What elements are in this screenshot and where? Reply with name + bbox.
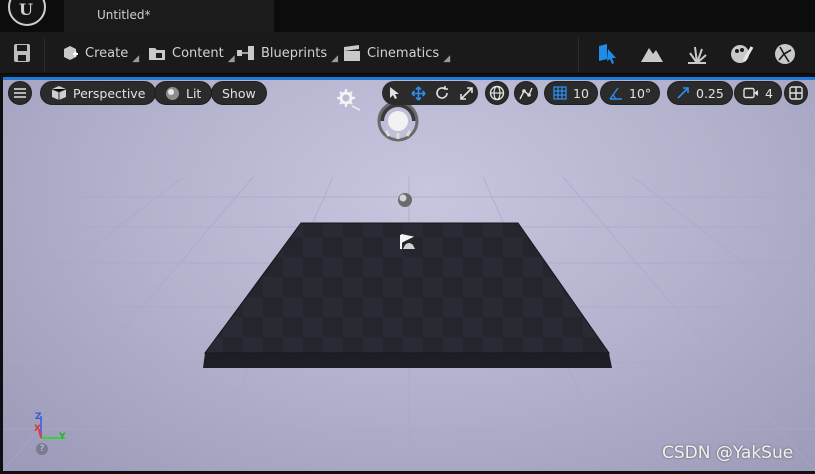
layout-icon (789, 86, 803, 100)
document-tab-label: Untitled* (97, 8, 151, 22)
transform-tools-group (382, 81, 478, 105)
camera-speed-value: 4 (765, 85, 773, 101)
show-label: Show (222, 85, 256, 101)
scale-snap-button[interactable]: 0.25 (667, 81, 733, 105)
translate-tool-icon[interactable] (406, 81, 430, 105)
toolbar-separator (578, 38, 579, 72)
level-viewport[interactable]: Z X Y ? Perspective Lit Show 10 10° 0.25 (3, 77, 815, 471)
hamburger-menu-icon (14, 88, 26, 98)
axis-label-z: Z (35, 412, 42, 422)
scale-snap-value: 0.25 (696, 85, 724, 101)
sky-sphere-icon[interactable] (398, 193, 412, 207)
mesh-paint-mode-icon[interactable] (728, 41, 754, 67)
lit-button[interactable]: Lit (154, 81, 213, 105)
document-tab[interactable]: Untitled* (64, 0, 274, 32)
save-icon[interactable] (8, 41, 36, 65)
chevron-down-icon: ◢ (443, 54, 451, 64)
create-button[interactable]: Create ◢ (61, 42, 139, 64)
cinematics-label: Cinematics (367, 45, 440, 61)
content-button[interactable]: Content ◢ (148, 42, 235, 64)
main-toolbar: Create ◢ Content ◢ Blueprints ◢ Cinemati… (0, 32, 815, 74)
cube-icon (51, 86, 67, 100)
rotation-snap-button[interactable]: 10° (600, 81, 661, 105)
perspective-label: Perspective (73, 85, 146, 101)
axis-label-x: X (34, 424, 41, 434)
chevron-down-icon: ◢ (331, 54, 339, 64)
select-mode-icon[interactable] (594, 41, 620, 67)
lit-label: Lit (186, 85, 202, 101)
grid-snap-icon (553, 86, 567, 100)
unreal-logo-icon[interactable]: U (8, 0, 46, 26)
folder-icon (149, 48, 165, 60)
globe-icon (489, 85, 505, 101)
surface-snap-toggle[interactable] (514, 81, 538, 105)
lit-sphere-icon (166, 86, 179, 100)
world-local-toggle[interactable] (485, 81, 509, 105)
chevron-down-icon: ◢ (132, 54, 140, 64)
scale-tool-icon[interactable] (454, 81, 478, 105)
scene (3, 89, 815, 471)
camera-speed-button[interactable]: 4 (734, 81, 782, 105)
directional-light-icon[interactable] (377, 100, 419, 142)
watermark: CSDN @YakSue (662, 443, 794, 463)
rotation-snap-value: 10° (629, 85, 652, 101)
blueprint-icon (237, 46, 254, 60)
fracture-mode-icon[interactable] (772, 41, 798, 67)
foliage-mode-icon[interactable] (684, 41, 710, 67)
camera-icon (743, 87, 758, 99)
viewport-active-outline (3, 77, 815, 80)
grid-snap-button[interactable]: 10 (544, 81, 598, 105)
rotate-tool-icon[interactable] (430, 81, 454, 105)
angle-snap-icon (609, 87, 622, 100)
help-icon[interactable]: ? (36, 443, 48, 455)
select-tool-icon[interactable] (382, 81, 406, 105)
scale-snap-icon (677, 87, 689, 99)
surface-snap-icon (519, 87, 533, 100)
create-icon (64, 46, 78, 60)
sky-atmosphere-icon[interactable] (337, 89, 361, 111)
perspective-button[interactable]: Perspective (40, 81, 157, 105)
clapperboard-icon (344, 45, 360, 61)
content-label: Content (172, 45, 224, 61)
axis-label-y: Y (59, 432, 66, 442)
cinematics-button[interactable]: Cinematics ◢ (343, 42, 450, 64)
viewport-options-button[interactable] (8, 81, 32, 105)
create-label: Create (85, 45, 129, 61)
chevron-down-icon: ◢ (227, 54, 235, 64)
landscape-mode-icon[interactable] (639, 41, 665, 67)
toolbar-separator (44, 38, 45, 72)
blueprints-label: Blueprints (261, 45, 328, 61)
title-bar: U Untitled* (0, 0, 815, 32)
blueprints-button[interactable]: Blueprints ◢ (237, 42, 338, 64)
show-button[interactable]: Show (211, 81, 267, 105)
viewport-layout-button[interactable] (784, 81, 808, 105)
grid-snap-value: 10 (573, 85, 589, 101)
